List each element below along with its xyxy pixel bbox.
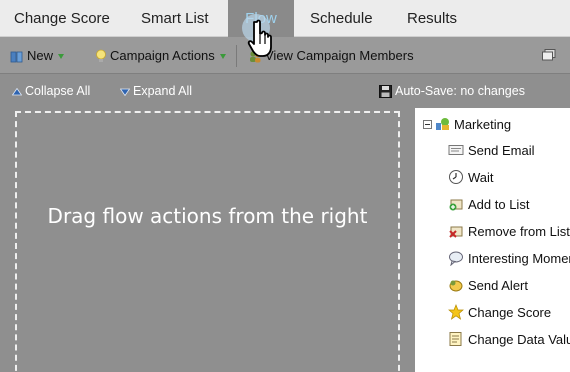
flow-canvas: Drag flow actions from the right bbox=[0, 108, 408, 372]
campaign-actions-label: Campaign Actions bbox=[110, 48, 215, 63]
people-icon bbox=[250, 50, 261, 63]
speech-bubble-icon bbox=[449, 251, 463, 266]
email-icon bbox=[448, 145, 464, 155]
collapse-toggle-icon[interactable] bbox=[423, 119, 432, 129]
book-icon bbox=[10, 51, 23, 62]
view-campaign-members-button[interactable]: View Campaign Members bbox=[248, 37, 414, 74]
palette-root-label: Marketing bbox=[454, 116, 512, 132]
palette-item-label: Add to List bbox=[468, 196, 530, 212]
chevron-down-icon bbox=[219, 54, 226, 60]
campaign-actions-button[interactable]: Campaign Actions bbox=[95, 37, 226, 74]
clock-icon bbox=[449, 170, 463, 184]
palette-item-wait[interactable]: Wait bbox=[448, 168, 494, 186]
flow-drop-zone[interactable]: Drag flow actions from the right bbox=[15, 111, 400, 372]
palette-item-change-data-value[interactable]: Change Data Value bbox=[448, 330, 570, 348]
marketing-icon bbox=[436, 118, 449, 130]
remove-list-icon bbox=[449, 226, 463, 238]
palette-group-marketing[interactable]: Marketing bbox=[423, 115, 511, 133]
palette-item-remove-from-list[interactable]: Remove from List bbox=[448, 222, 570, 240]
triangle-up-icon bbox=[12, 87, 22, 96]
tab-schedule[interactable]: Schedule bbox=[310, 0, 373, 37]
tab-bar: Change Score Smart List Flow Schedule Re… bbox=[0, 0, 570, 37]
triangle-down-icon bbox=[120, 88, 130, 96]
palette-item-label: Send Alert bbox=[468, 277, 528, 293]
palette-item-send-email[interactable]: Send Email bbox=[448, 141, 534, 159]
palette-item-change-score[interactable]: Change Score bbox=[448, 303, 551, 321]
tab-flow[interactable]: Flow bbox=[228, 0, 294, 37]
toolbar-divider bbox=[236, 45, 237, 67]
drop-zone-instructions: Drag flow actions from the right bbox=[47, 204, 368, 228]
chevron-down-icon bbox=[58, 54, 65, 60]
lightbulb-icon bbox=[96, 49, 106, 63]
palette-item-interesting-moment[interactable]: Interesting Moment bbox=[448, 249, 570, 267]
palette-item-label: Remove from List bbox=[468, 223, 570, 239]
tab-results[interactable]: Results bbox=[407, 0, 457, 37]
palette-item-label: Send Email bbox=[468, 142, 535, 158]
new-button[interactable]: New bbox=[10, 37, 65, 74]
maximize-icon[interactable] bbox=[542, 49, 556, 61]
collapse-all-button[interactable]: Collapse All bbox=[12, 74, 90, 108]
floppy-disk-icon bbox=[379, 85, 392, 99]
palette-item-add-to-list[interactable]: Add to List bbox=[448, 195, 529, 213]
alert-icon bbox=[449, 280, 463, 292]
data-value-icon bbox=[449, 332, 462, 346]
tab-smart-list[interactable]: Smart List bbox=[141, 0, 209, 37]
collapse-all-label: Collapse All bbox=[25, 84, 91, 98]
palette-item-label: Wait bbox=[468, 169, 494, 185]
tab-change-score[interactable]: Change Score bbox=[14, 0, 110, 37]
add-list-icon bbox=[449, 199, 463, 211]
palette-item-label: Change Data Value bbox=[468, 331, 570, 347]
expand-all-button[interactable]: Expand All bbox=[120, 74, 192, 108]
new-label: New bbox=[27, 48, 54, 63]
flow-subbar: Collapse All Expand All Auto-Save: no ch… bbox=[0, 74, 570, 108]
palette-item-label: Interesting Moment bbox=[468, 250, 570, 266]
palette-item-label: Change Score bbox=[468, 304, 552, 320]
toolbar: New Campaign Actions View Campaign Membe… bbox=[0, 37, 570, 74]
members-label: View Campaign Members bbox=[265, 48, 414, 63]
auto-save-status: Auto-Save: no changes bbox=[379, 74, 525, 108]
star-icon bbox=[448, 304, 464, 320]
auto-save-label: Auto-Save: no changes bbox=[395, 84, 525, 98]
expand-all-label: Expand All bbox=[133, 84, 193, 98]
palette-item-send-alert[interactable]: Send Alert bbox=[448, 276, 528, 294]
flow-actions-palette: Marketing Send Email Wait Add to List Re… bbox=[415, 108, 570, 372]
